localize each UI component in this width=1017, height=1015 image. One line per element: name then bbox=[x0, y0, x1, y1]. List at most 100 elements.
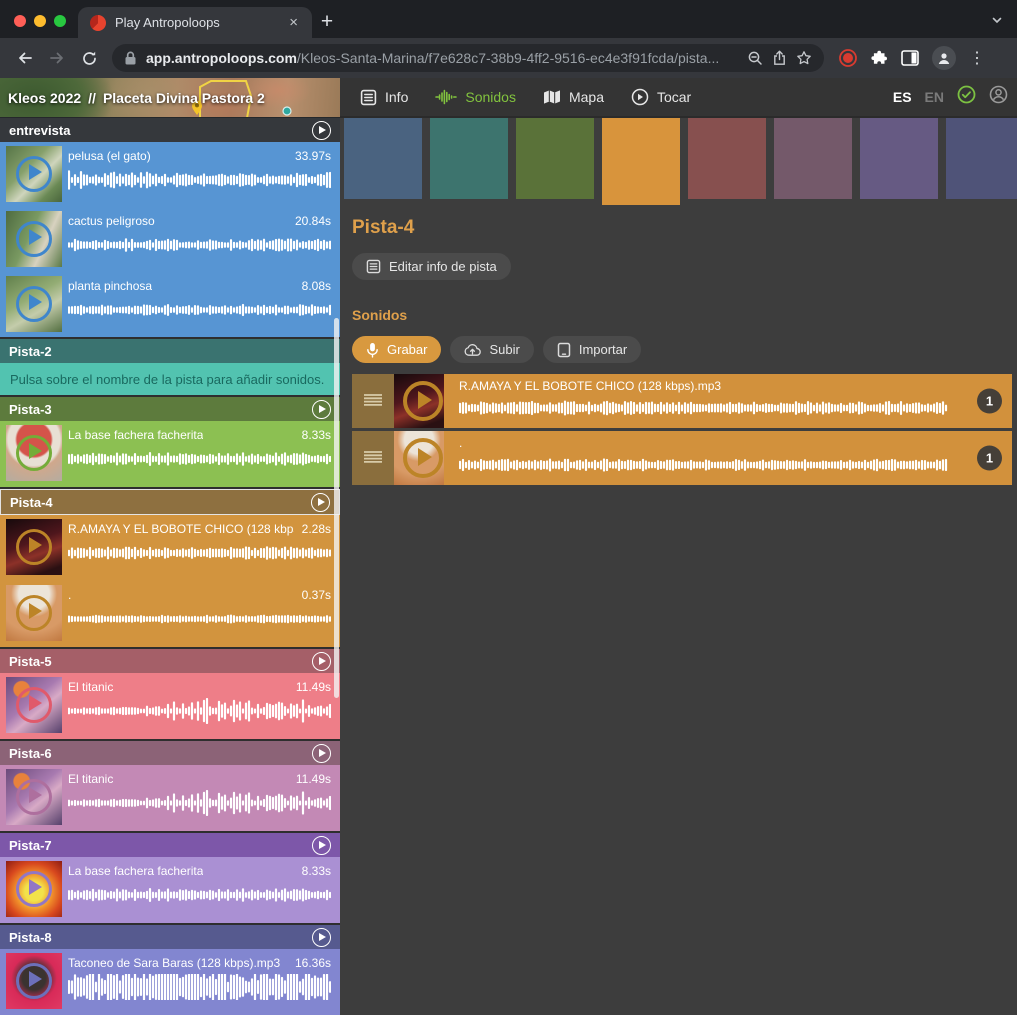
track-color-swatch-5[interactable] bbox=[688, 118, 766, 199]
clip-play-button[interactable] bbox=[16, 156, 52, 192]
clip-duration: 0.37s bbox=[302, 588, 331, 602]
extensions-puzzle-icon[interactable] bbox=[871, 50, 888, 67]
clip-waveform bbox=[68, 540, 331, 566]
sound-list: R.AMAYA Y EL BOBOTE CHICO (128 kbps).mp3… bbox=[352, 374, 1012, 485]
language-en[interactable]: EN bbox=[925, 89, 944, 105]
clip-title: pelusa (el gato) bbox=[68, 149, 151, 163]
clip-body: El titanic11.49s bbox=[68, 772, 331, 827]
grabar-button[interactable]: Grabar bbox=[352, 336, 441, 363]
new-tab-button[interactable]: + bbox=[312, 7, 342, 37]
app-nav: Info Sonidos Mapa Tocar ES EN bbox=[340, 78, 1017, 118]
clip-play-button[interactable] bbox=[16, 871, 52, 907]
sound-drag-handle[interactable] bbox=[352, 431, 394, 485]
forward-icon[interactable] bbox=[42, 43, 72, 73]
track-header-pista-5[interactable]: Pista-5 bbox=[0, 649, 340, 673]
track-header-entrevista[interactable]: entrevista bbox=[0, 118, 340, 142]
sound-drag-handle[interactable] bbox=[352, 374, 394, 428]
zoom-window-button[interactable] bbox=[54, 15, 66, 27]
track-color-swatch-4[interactable] bbox=[602, 118, 680, 205]
track-play-button[interactable] bbox=[312, 121, 331, 140]
nav-item-tocar[interactable]: Tocar bbox=[631, 88, 691, 106]
back-icon[interactable] bbox=[10, 43, 40, 73]
track-header-pista-6[interactable]: Pista-6 bbox=[0, 741, 340, 765]
track-play-button[interactable] bbox=[311, 493, 330, 512]
sound-play-button[interactable] bbox=[403, 381, 443, 421]
lock-icon[interactable] bbox=[124, 51, 137, 66]
nav-item-mapa[interactable]: Mapa bbox=[543, 89, 604, 105]
track-play-button[interactable] bbox=[312, 928, 331, 947]
tab-close-icon[interactable]: × bbox=[287, 13, 300, 32]
close-window-button[interactable] bbox=[14, 15, 26, 27]
track-header-pista-8[interactable]: Pista-8 bbox=[0, 925, 340, 949]
clip-play-button[interactable] bbox=[16, 963, 52, 999]
clip-item[interactable]: pelusa (el gato)33.97s bbox=[0, 142, 340, 207]
clip-item[interactable]: planta pinchosa8.08s bbox=[0, 272, 340, 337]
nav-item-label: Tocar bbox=[657, 89, 691, 105]
sound-title: R.AMAYA Y EL BOBOTE CHICO (128 kbps).mp3 bbox=[459, 379, 948, 393]
track-header-pista-4[interactable]: Pista-4 bbox=[0, 489, 340, 515]
browser-tab-strip: Play Antropoloops × + bbox=[0, 0, 1017, 38]
track-play-button[interactable] bbox=[312, 744, 331, 763]
clip-play-button[interactable] bbox=[16, 286, 52, 322]
clip-item[interactable]: La base fachera facherita8.33s bbox=[0, 421, 340, 487]
clip-waveform bbox=[68, 297, 331, 323]
tab-search-chevron-icon[interactable] bbox=[991, 13, 1003, 31]
zoom-out-icon[interactable] bbox=[747, 50, 763, 66]
track-color-swatch-1[interactable] bbox=[344, 118, 422, 199]
clip-item[interactable]: R.AMAYA Y EL BOBOTE CHICO (128 kbps)....… bbox=[0, 515, 340, 581]
clip-play-button[interactable] bbox=[16, 595, 52, 631]
address-bar[interactable]: app.antropoloops.com/Kleos-Santa-Marina/… bbox=[112, 44, 824, 72]
language-es[interactable]: ES bbox=[893, 89, 912, 105]
track-color-swatch-8[interactable] bbox=[946, 118, 1017, 199]
clip-play-button[interactable] bbox=[16, 779, 52, 815]
clip-play-button[interactable] bbox=[16, 221, 52, 257]
clip-titlebar: .0.37s bbox=[68, 588, 331, 602]
clip-item[interactable]: El titanic11.49s bbox=[0, 765, 340, 831]
track-color-swatch-2[interactable] bbox=[430, 118, 508, 199]
profile-avatar[interactable] bbox=[932, 46, 956, 70]
minimize-window-button[interactable] bbox=[34, 15, 46, 27]
clip-item[interactable]: La base fachera facherita8.33s bbox=[0, 857, 340, 923]
reload-icon[interactable] bbox=[74, 43, 104, 73]
clip-play-button[interactable] bbox=[16, 687, 52, 723]
clip-item[interactable]: cactus peligroso20.84s bbox=[0, 207, 340, 272]
clip-item[interactable]: Taconeo de Sara Baras (128 kbps).mp316.3… bbox=[0, 949, 340, 1015]
track-color-swatch-6[interactable] bbox=[774, 118, 852, 199]
subir-button[interactable]: Subir bbox=[450, 336, 533, 363]
track-color-swatch-7[interactable] bbox=[860, 118, 938, 199]
importar-button[interactable]: Importar bbox=[543, 336, 641, 363]
edit-track-info-button[interactable]: Editar info de pista bbox=[352, 253, 511, 280]
track-name: Pista-6 bbox=[9, 746, 52, 761]
clip-title: La base fachera facherita bbox=[68, 864, 203, 878]
clip-play-button[interactable] bbox=[16, 529, 52, 565]
track-play-button[interactable] bbox=[312, 836, 331, 855]
empty-track-hint: Pulsa sobre el nombre de la pista para a… bbox=[0, 363, 340, 395]
clip-item[interactable]: .0.37s bbox=[0, 581, 340, 647]
nav-item-info[interactable]: Info bbox=[360, 89, 408, 106]
account-icon[interactable] bbox=[989, 85, 1008, 109]
track-color-swatch-3[interactable] bbox=[516, 118, 594, 199]
clip-thumbnail bbox=[6, 585, 62, 641]
bookmark-star-icon[interactable] bbox=[796, 50, 812, 66]
sidebar-scrollbar-thumb[interactable] bbox=[334, 318, 339, 698]
sound-row[interactable]: .1 bbox=[352, 431, 1012, 485]
share-icon[interactable] bbox=[772, 50, 787, 66]
nav-item-sonidos[interactable]: Sonidos bbox=[435, 89, 516, 105]
clip-item[interactable]: El titanic11.49s bbox=[0, 673, 340, 739]
check-circle-icon[interactable] bbox=[957, 85, 976, 109]
track-header-pista-7[interactable]: Pista-7 bbox=[0, 833, 340, 857]
clip-waveform bbox=[68, 974, 331, 1000]
side-panel-icon[interactable] bbox=[901, 50, 919, 66]
breadcrumb-project-link[interactable]: Kleos 2022 bbox=[8, 90, 81, 106]
track-header-pista-2[interactable]: Pista-2 bbox=[0, 339, 340, 363]
record-dot-icon[interactable] bbox=[838, 48, 858, 68]
action-label: Grabar bbox=[387, 342, 427, 357]
clip-play-button[interactable] bbox=[16, 435, 52, 471]
track-play-button[interactable] bbox=[312, 652, 331, 671]
track-play-button[interactable] bbox=[312, 400, 331, 419]
browser-tab[interactable]: Play Antropoloops × bbox=[78, 7, 312, 38]
browser-menu-icon[interactable]: ⋮ bbox=[969, 48, 985, 68]
sound-play-button[interactable] bbox=[403, 438, 443, 478]
track-header-pista-3[interactable]: Pista-3 bbox=[0, 397, 340, 421]
sound-row[interactable]: R.AMAYA Y EL BOBOTE CHICO (128 kbps).mp3… bbox=[352, 374, 1012, 428]
